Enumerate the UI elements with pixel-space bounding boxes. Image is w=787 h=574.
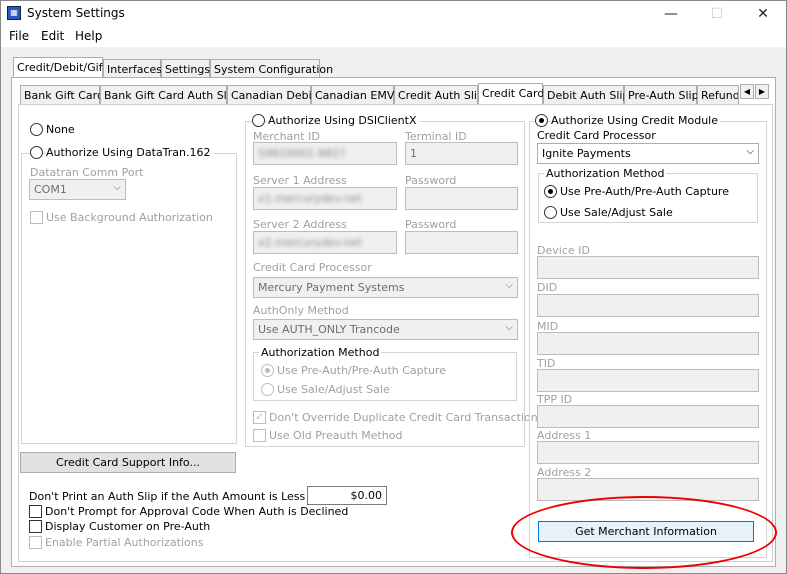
module-sale-label: Use Sale/Adjust Sale	[560, 206, 673, 219]
window-title: System Settings	[27, 6, 125, 20]
no-prompt-checkbox[interactable]	[29, 505, 42, 518]
menu-bar: File Edit Help	[1, 27, 786, 47]
no-prompt-label: Don't Prompt for Approval Code When Auth…	[45, 505, 349, 518]
dsi-auth-method-label: Authorization Method	[259, 346, 382, 359]
datatran-label: Authorize Using DataTran.162	[46, 146, 213, 159]
old-preauth-label: Use Old Preauth Method	[269, 429, 403, 442]
comm-port-value: COM1	[34, 183, 67, 196]
server1-label: Server 1 Address	[253, 174, 347, 187]
auth-amount-label: Don't Print an Auth Slip if the Auth Amo…	[29, 490, 337, 503]
merchant-id-value: 59810001-9827	[258, 147, 346, 160]
tab-system-configuration[interactable]: System Configuration	[210, 59, 333, 78]
background-auth-label: Use Background Authorization	[46, 211, 213, 224]
dsi-processor-select[interactable]: Mercury Payment Systems ⌵	[253, 277, 518, 298]
module-auth-method-label: Authorization Method	[544, 167, 667, 180]
subtab-canadian-emv[interactable]: Canadian EMV	[311, 85, 394, 104]
display-customer-label: Display Customer on Pre-Auth	[45, 520, 211, 533]
title-bar: ▦ System Settings — ☐ ✕	[1, 1, 786, 27]
tab-scroll-left-icon[interactable]: ◀	[740, 84, 754, 99]
dsi-preauth-label: Use Pre-Auth/Pre-Auth Capture	[277, 364, 446, 377]
did-input[interactable]	[537, 294, 759, 317]
did-label: DID	[537, 281, 558, 294]
minimize-icon[interactable]: —	[648, 1, 694, 27]
module-sale-radio[interactable]	[544, 206, 557, 219]
chevron-down-icon: ⌵	[113, 182, 121, 193]
display-customer-checkbox[interactable]	[29, 520, 42, 533]
tab-scroll-right-icon[interactable]: ▶	[755, 84, 769, 99]
dsi-processor-label: Credit Card Processor	[253, 261, 372, 274]
credit-module-label: Authorize Using Credit Module	[551, 114, 720, 127]
auth-amount-input[interactable]: $0.00	[307, 486, 387, 505]
subtab-canadian-debit[interactable]: Canadian Debit	[227, 85, 316, 104]
module-preauth-radio[interactable]	[544, 185, 557, 198]
password2-input[interactable]	[405, 231, 518, 254]
app-icon: ▦	[7, 6, 21, 20]
datatran-radio[interactable]	[30, 146, 43, 159]
none-radio[interactable]	[30, 123, 43, 136]
maximize-icon[interactable]: ☐	[694, 1, 740, 27]
server2-value: x2.mercurydev.net	[258, 236, 362, 249]
password1-input[interactable]	[405, 187, 518, 210]
system-settings-window: ▦ System Settings — ☐ ✕ File Edit Help C…	[0, 0, 787, 574]
merchant-id-input[interactable]: 59810001-9827	[253, 142, 397, 165]
highlight-annotation	[511, 496, 777, 569]
server1-value: x1.mercurydev.net	[258, 192, 362, 205]
mid-input[interactable]	[537, 332, 759, 355]
module-processor-label: Credit Card Processor	[537, 129, 656, 142]
subtab-credit-auth-slip[interactable]: Credit Auth Slip	[394, 85, 484, 104]
credit-module-radio[interactable]	[535, 114, 548, 127]
password2-label: Password	[405, 218, 457, 231]
subtab-debit-auth-slip[interactable]: Debit Auth Slip	[543, 85, 629, 104]
dsi-processor-value: Mercury Payment Systems	[258, 281, 405, 294]
partial-auth-checkbox[interactable]	[29, 536, 42, 549]
module-processor-value: Ignite Payments	[542, 147, 631, 160]
authonly-select[interactable]: Use AUTH_ONLY Trancode ⌵	[253, 319, 518, 340]
password1-label: Password	[405, 174, 457, 187]
subtab-pre-auth-slip[interactable]: Pre-Auth Slip	[624, 85, 699, 104]
comm-port-label: Datatran Comm Port	[30, 166, 144, 179]
no-override-checkbox[interactable]	[253, 410, 266, 424]
tab-credit-debit-gift[interactable]: Credit/Debit/Gift	[13, 57, 107, 78]
dsi-radio[interactable]	[252, 114, 265, 127]
chevron-down-icon: ⌵	[505, 322, 513, 333]
tpp-id-input[interactable]	[537, 405, 759, 428]
authonly-value: Use AUTH_ONLY Trancode	[258, 323, 400, 336]
address1-input[interactable]	[537, 441, 759, 464]
old-preauth-checkbox[interactable]	[253, 429, 266, 442]
partial-auth-label: Enable Partial Authorizations	[45, 536, 204, 549]
chevron-down-icon: ⌵	[746, 146, 754, 157]
credit-card-support-button[interactable]: Credit Card Support Info...	[20, 452, 236, 473]
no-override-label: Don't Override Duplicate Credit Card Tra…	[269, 411, 544, 424]
comm-port-select[interactable]: COM1 ⌵	[29, 179, 126, 200]
dsi-label: Authorize Using DSIClientX	[268, 114, 419, 127]
menu-help[interactable]: Help	[75, 29, 102, 43]
server1-input[interactable]: x1.mercurydev.net	[253, 187, 397, 210]
device-id-input[interactable]	[537, 256, 759, 279]
chevron-down-icon: ⌵	[505, 280, 513, 291]
dsi-sale-label: Use Sale/Adjust Sale	[277, 383, 390, 396]
tab-interfaces[interactable]: Interfaces	[103, 59, 162, 78]
dsi-preauth-radio[interactable]	[261, 364, 274, 377]
module-processor-select[interactable]: Ignite Payments ⌵	[537, 143, 759, 164]
menu-file[interactable]: File	[9, 29, 29, 43]
server2-input[interactable]: x2.mercurydev.net	[253, 231, 397, 254]
authonly-label: AuthOnly Method	[253, 304, 349, 317]
subtab-bank-gift-card-auth-slip[interactable]: Bank Gift Card Auth Slip	[100, 85, 237, 104]
background-auth-checkbox[interactable]	[30, 211, 43, 224]
tab-settings[interactable]: Settings	[161, 59, 210, 78]
module-preauth-label: Use Pre-Auth/Pre-Auth Capture	[560, 185, 729, 198]
dsi-sale-radio[interactable]	[261, 383, 274, 396]
subtab-bank-gift-card[interactable]: Bank Gift Card	[20, 85, 104, 104]
terminal-id-input[interactable]: 1	[405, 142, 518, 165]
server2-label: Server 2 Address	[253, 218, 347, 231]
tid-input[interactable]	[537, 369, 759, 392]
none-label: None	[46, 123, 75, 136]
subtab-credit-card[interactable]: Credit Card	[478, 83, 544, 104]
menu-edit[interactable]: Edit	[41, 29, 64, 43]
subtab-refund[interactable]: Refund	[697, 85, 739, 104]
close-icon[interactable]: ✕	[740, 1, 786, 27]
